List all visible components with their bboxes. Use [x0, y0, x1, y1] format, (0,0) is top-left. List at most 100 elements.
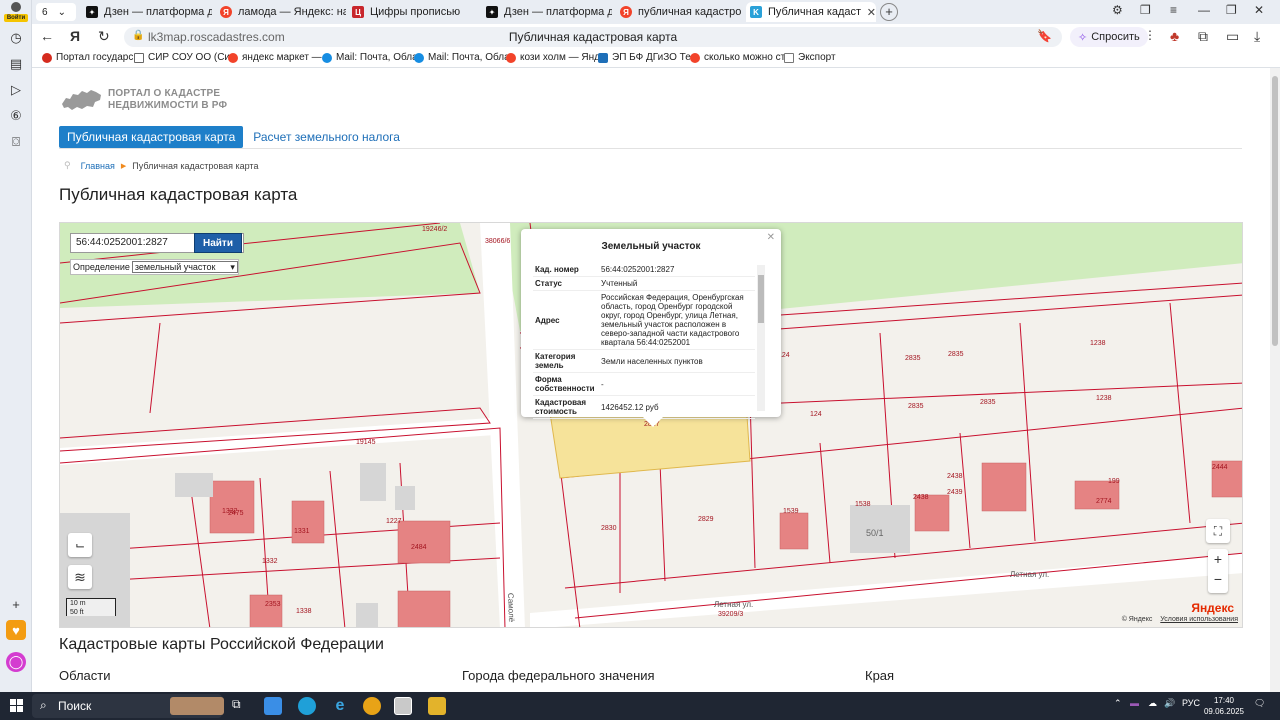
notifications-icon[interactable]: 🗨	[1254, 698, 1265, 709]
breadcrumb-arrow-icon: ▶	[120, 162, 127, 170]
app-orange-icon[interactable]: ♥	[6, 620, 26, 640]
zoom-in-button[interactable]: +	[1208, 549, 1228, 569]
nav-land-tax[interactable]: Расчет земельного налога	[253, 130, 400, 144]
tab-counter[interactable]: 6 ⌄	[36, 3, 76, 21]
collections-icon[interactable]: ▤	[6, 54, 26, 74]
folder-icon[interactable]	[428, 697, 446, 715]
find-button[interactable]: Найти	[194, 233, 242, 253]
svg-text:2475: 2475	[228, 510, 244, 517]
language-indicator[interactable]: РУС	[1182, 698, 1200, 708]
svg-text:1331: 1331	[294, 528, 310, 535]
tab-title: публичная кадастровая к	[638, 6, 742, 18]
mail-icon	[322, 52, 332, 63]
bookmark-label: яндекс маркет —	[242, 52, 322, 63]
edge-icon[interactable]	[298, 697, 316, 715]
new-tab-button[interactable]: +	[880, 3, 898, 21]
screenshot-icon[interactable]: ⌼	[6, 132, 26, 152]
breadcrumb-home[interactable]: Главная	[81, 161, 115, 171]
sidebar-icon[interactable]: ▭	[1226, 28, 1239, 45]
six-icon[interactable]: ⑥	[6, 106, 26, 126]
minimize-icon[interactable]: —	[1198, 3, 1210, 17]
bookmark-icon[interactable]: 🔖	[1037, 29, 1052, 43]
collections-icon[interactable]: ❐	[1140, 3, 1151, 17]
store-icon[interactable]	[264, 697, 282, 715]
table-row: Форма собственности -	[533, 372, 755, 396]
more-icon[interactable]: ⋮	[1144, 28, 1156, 42]
tab-3[interactable]: ✦ Дзен — платформа для п	[482, 2, 612, 22]
terms-link[interactable]: Условия использования	[1160, 616, 1238, 623]
play-icon[interactable]: ▷	[6, 80, 26, 100]
layers-icon[interactable]: ≋	[68, 565, 92, 589]
tab-1[interactable]: Я ламода — Яндекс: нашёл	[216, 2, 346, 22]
menu-icon[interactable]: ≡	[1170, 3, 1177, 17]
svg-text:2835: 2835	[905, 355, 921, 362]
scroll-thumb[interactable]	[758, 275, 764, 323]
russia-map-icon	[62, 90, 101, 110]
tab-5-active[interactable]: K Публичная кадастровая ✕	[746, 2, 876, 22]
yandex-icon	[690, 52, 700, 63]
login-label[interactable]: Войти	[4, 14, 28, 22]
puzzle-icon[interactable]: ⧉	[1198, 28, 1208, 45]
profile-avatar[interactable]: Войти	[3, 2, 29, 22]
mail-icon	[414, 52, 424, 63]
nav-cadastral-map[interactable]: Публичная кадастровая карта	[59, 126, 244, 148]
restore-icon[interactable]: ❐	[1226, 3, 1237, 17]
fullscreen-icon[interactable]: ⛶	[1206, 519, 1230, 543]
ask-button[interactable]: ✧ Спросить	[1070, 27, 1148, 47]
task-view-icon[interactable]: ⧉	[232, 697, 250, 715]
column-regions: Области	[59, 668, 111, 683]
svg-text:1332: 1332	[262, 558, 278, 565]
tab-4[interactable]: Я публичная кадастровая к	[616, 2, 742, 22]
yandex-browser-icon[interactable]	[394, 697, 412, 715]
weather-city-icon[interactable]	[170, 697, 224, 715]
tab-2[interactable]: Ц Цифры прописью	[348, 2, 478, 22]
close-tab-icon[interactable]: ✕	[867, 6, 876, 19]
address-field[interactable]: 🔒 lk3map.roscadastres.com Публичная када…	[124, 27, 1062, 47]
page-scrollbar[interactable]	[1270, 68, 1280, 692]
search-label: Поиск	[58, 699, 92, 713]
network-icon[interactable]: ☁	[1148, 698, 1157, 709]
chevron-up-icon[interactable]: ⌃	[1114, 698, 1122, 709]
zoom-out-button[interactable]: −	[1208, 569, 1228, 589]
svg-text:2835: 2835	[980, 399, 996, 406]
svg-text:2829: 2829	[698, 516, 714, 523]
chrome-icon[interactable]	[363, 697, 381, 715]
bookmark-item[interactable]: Экспорт	[784, 52, 836, 63]
back-icon[interactable]: ←	[40, 28, 54, 44]
bookmark-label: Экспорт	[798, 52, 836, 63]
ie-icon[interactable]: e	[331, 697, 349, 715]
bookmark-item[interactable]: кози холм — Янде	[506, 52, 606, 63]
svg-text:2439: 2439	[947, 489, 963, 496]
reload-icon[interactable]: ↻	[98, 28, 110, 45]
close-icon[interactable]: ✕	[767, 232, 775, 243]
scroll-thumb[interactable]	[1272, 76, 1278, 346]
extension-icon[interactable]: ♣	[1170, 28, 1179, 44]
bookmark-item[interactable]: ЭП БФ ДГиЗО Те	[598, 52, 691, 63]
tray-app-icon[interactable]: ▬	[1130, 698, 1139, 708]
download-icon[interactable]: ⤓	[1254, 28, 1260, 45]
cadastral-map[interactable]: 19246/2 38066/6 19145 124 124 2835 2835 …	[59, 222, 1243, 628]
bookmark-label: Mail: Почта, Обла	[336, 52, 418, 63]
bookmark-item[interactable]: сколько можно ст	[690, 52, 785, 63]
yandex-home-icon[interactable]: Я	[70, 28, 80, 44]
bookmark-item[interactable]: Mail: Почта, Обла	[414, 52, 510, 63]
ruler-icon[interactable]: ⌙	[68, 533, 92, 557]
alice-icon[interactable]: ◯	[6, 652, 26, 672]
history-icon[interactable]: ◷	[6, 28, 26, 48]
definition-select[interactable]: земельный участок ▾	[131, 261, 238, 273]
close-window-icon[interactable]: ✕	[1254, 3, 1264, 17]
bookmark-item[interactable]: СИР СОУ ОО (Сис	[134, 52, 235, 63]
clock[interactable]: 17:40 09.06.2025	[1204, 695, 1244, 717]
popup-scrollbar[interactable]	[757, 265, 765, 411]
windows-start-icon[interactable]	[10, 699, 23, 712]
bookmark-item[interactable]: яндекс маркет —	[228, 52, 322, 63]
tab-0[interactable]: ✦ Дзен — платформа для п	[82, 2, 212, 22]
portal-logo[interactable]: ПОРТАЛ О КАДАСТРЕ НЕДВИЖИМОСТИ В РФ	[60, 86, 227, 114]
add-panel-icon[interactable]: +	[6, 594, 26, 614]
bookmark-item[interactable]: Mail: Почта, Обла	[322, 52, 418, 63]
volume-icon[interactable]: 🔊	[1164, 698, 1175, 709]
extensions-icon[interactable]: ⚙	[1112, 3, 1123, 17]
zoom-control: + −	[1208, 549, 1228, 593]
chevron-down-icon: ▾	[230, 262, 235, 272]
bookmark-item[interactable]: Портал государс	[42, 52, 133, 63]
